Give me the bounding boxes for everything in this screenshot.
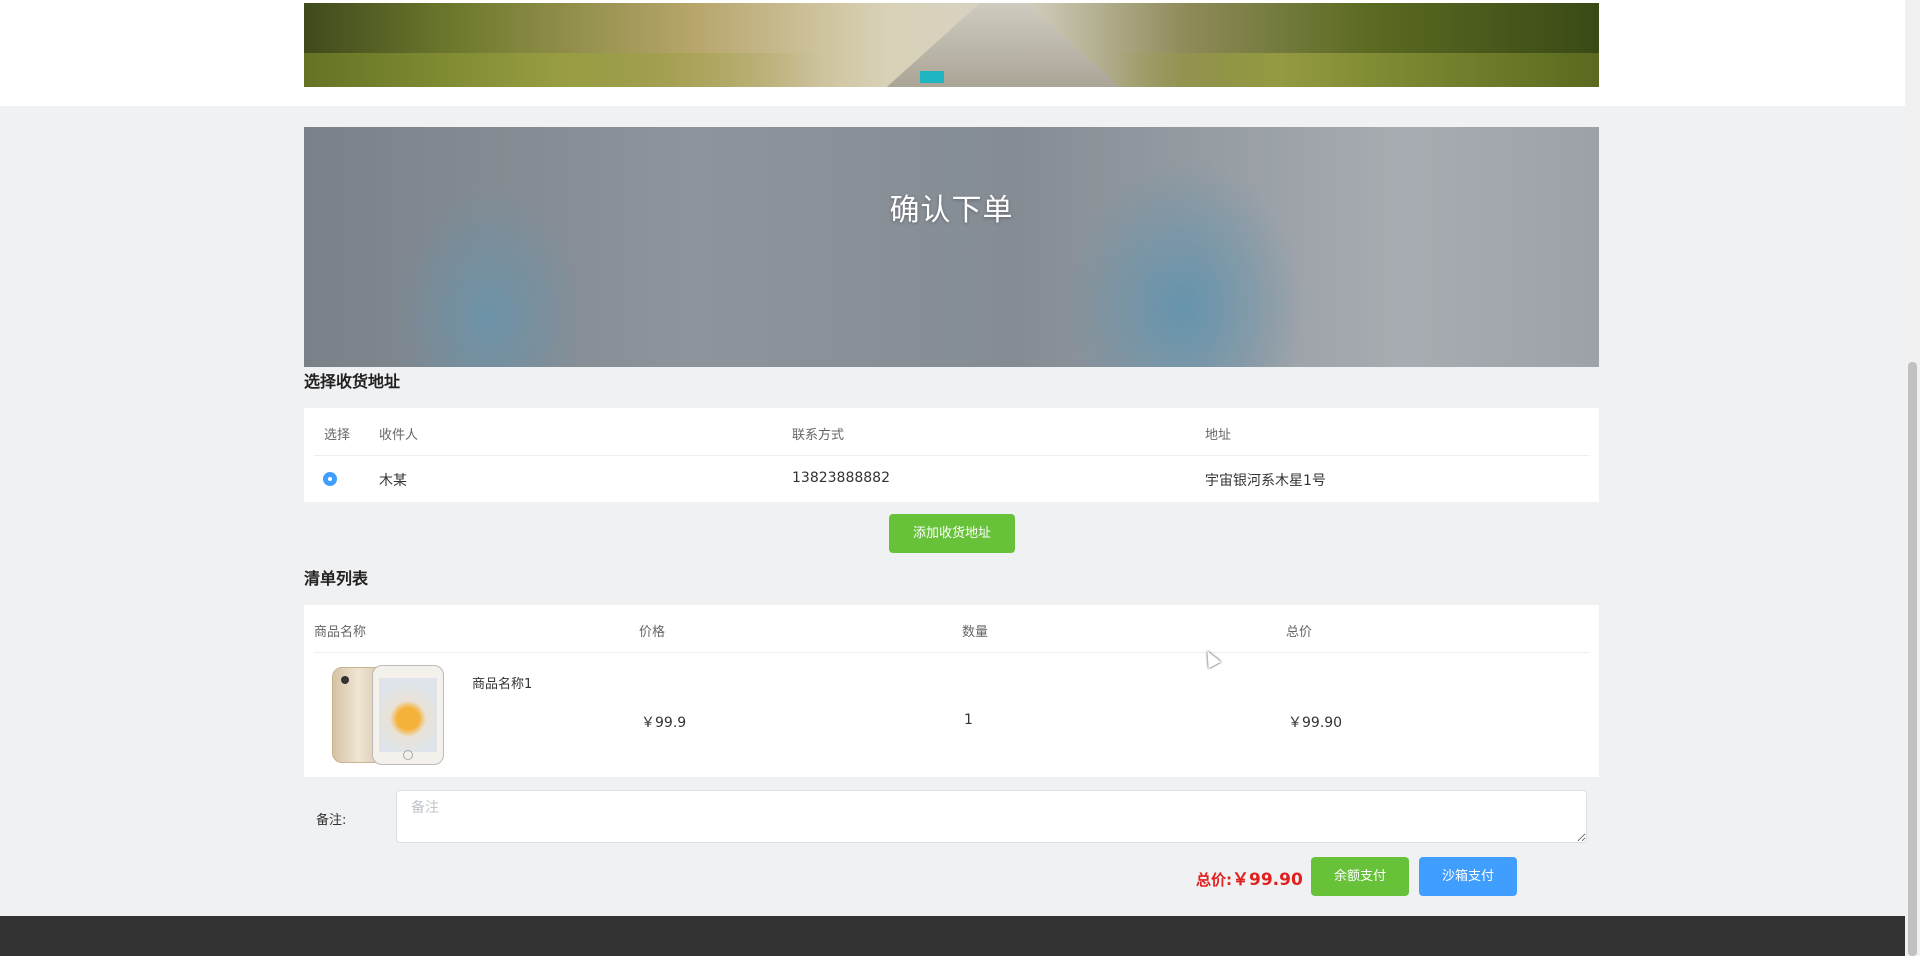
col-product-name: 商品名称	[314, 625, 367, 640]
table-row[interactable]: 木某 13823888882 宇宙银河系木星1号	[304, 470, 1599, 494]
total-label: 总价:	[1196, 871, 1232, 889]
address-radio[interactable]	[323, 472, 337, 486]
product-price: ￥99.9	[641, 715, 687, 731]
scrollbar-thumb[interactable]	[1908, 362, 1917, 956]
product-total: ￥99.90	[1288, 715, 1343, 731]
remark-label: 备注:	[316, 813, 347, 828]
recipient-name: 木某	[379, 473, 407, 489]
col-address: 地址	[1205, 428, 1232, 443]
carousel-banner[interactable]	[304, 3, 1599, 87]
col-select: 选择	[324, 428, 351, 443]
page-title: 确认下单	[889, 193, 1014, 228]
page-banner: 确认下单	[304, 127, 1599, 367]
order-total: 总价:￥99.90	[1196, 865, 1303, 890]
order-table: 商品名称 价格 数量 总价 商品名称1 ￥99.9 1 ￥99.90	[304, 605, 1599, 777]
recipient-address: 宇宙银河系木星1号	[1205, 473, 1326, 489]
address-table-header: 选择 收件人 联系方式 地址	[304, 424, 1599, 448]
table-row: 商品名称1 ￥99.9 1 ￥99.90	[304, 653, 1599, 777]
address-section-title: 选择收货地址	[304, 372, 401, 391]
recipient-phone: 13823888882	[792, 470, 890, 486]
remark-input[interactable]	[396, 790, 1587, 843]
banner-overlay	[304, 127, 1599, 367]
carousel-image-foliage	[304, 53, 1599, 87]
col-recipient: 收件人	[379, 428, 419, 443]
sandbox-pay-button[interactable]: 沙箱支付	[1419, 857, 1517, 896]
col-price: 价格	[639, 625, 666, 640]
product-name[interactable]: 商品名称1	[472, 673, 532, 692]
product-image[interactable]	[332, 665, 444, 765]
col-total: 总价	[1286, 625, 1313, 640]
col-phone: 联系方式	[792, 428, 845, 443]
order-section-title: 清单列表	[304, 569, 369, 588]
add-address-button[interactable]: 添加收货地址	[889, 514, 1015, 553]
address-table: 选择 收件人 联系方式 地址 木某 13823888882 宇宙银河系木星1号	[304, 408, 1599, 502]
table-divider	[314, 455, 1589, 456]
col-quantity: 数量	[962, 625, 989, 640]
balance-pay-button[interactable]: 余额支付	[1311, 857, 1409, 896]
page-scrollbar[interactable]	[1905, 0, 1920, 956]
total-amount: ￥99.90	[1232, 870, 1303, 890]
product-quantity: 1	[964, 712, 973, 728]
order-table-header: 商品名称 价格 数量 总价	[304, 621, 1599, 645]
carousel-indicator[interactable]	[920, 71, 944, 83]
page-footer	[0, 916, 1905, 956]
